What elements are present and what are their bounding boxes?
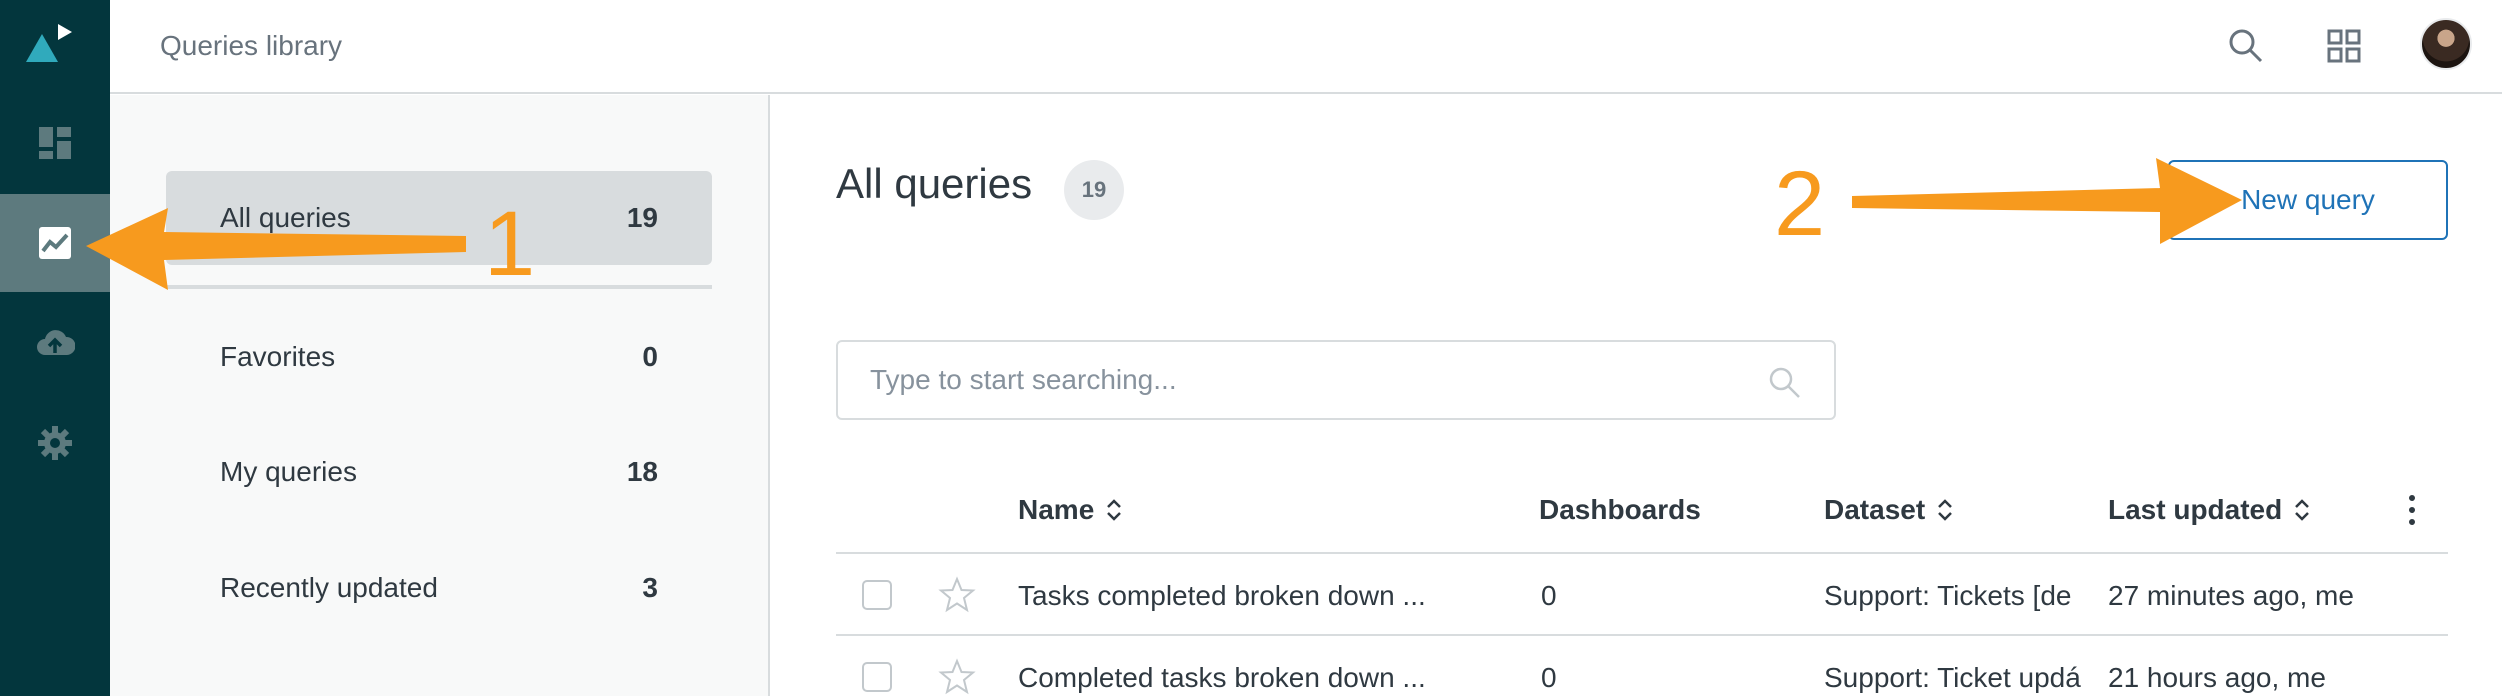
- dashboard-icon: [39, 127, 71, 159]
- header-search-button[interactable]: [2222, 22, 2270, 70]
- column-last-updated[interactable]: Last updated: [2108, 494, 2312, 526]
- filter-label: My queries: [220, 456, 357, 487]
- column-dashboards: Dashboards: [1539, 494, 1701, 526]
- column-label: Last updated: [2108, 494, 2283, 525]
- main-heading: All queries: [836, 160, 1033, 207]
- filter-label: Recently updated: [220, 572, 438, 603]
- filter-my-queries[interactable]: My queries 18: [166, 425, 712, 519]
- header: Queries library: [110, 0, 2502, 94]
- column-label: Dataset: [1824, 494, 1926, 525]
- nav-dashboards[interactable]: [0, 94, 110, 192]
- filter-count: 19: [626, 202, 658, 233]
- page-title: Queries library: [160, 30, 343, 61]
- query-filters-sidebar: All queries 19 Favorites 0 My queries 18…: [110, 95, 770, 696]
- query-name[interactable]: Tasks completed broken down ...: [1018, 580, 1518, 612]
- search-box: [836, 340, 1836, 420]
- cloud-upload-icon: [37, 330, 75, 355]
- sort-icon: [1107, 499, 1122, 521]
- dataset-name: Support: Ticket updá: [1824, 662, 2081, 693]
- grid-icon: [2327, 29, 2361, 63]
- product-logo[interactable]: [22, 18, 78, 68]
- query-count-badge: 19: [1064, 160, 1124, 220]
- gear-icon: [38, 426, 72, 460]
- row-checkbox[interactable]: [862, 662, 892, 692]
- column-label: Dashboards: [1539, 494, 1701, 525]
- nav-data-import[interactable]: [0, 294, 110, 392]
- column-label: Name: [1018, 494, 1095, 525]
- star-icon[interactable]: [938, 658, 976, 696]
- dataset-name: Support: Tickets [de: [1824, 580, 2072, 611]
- header-apps-button[interactable]: [2320, 22, 2368, 70]
- nav-settings[interactable]: [0, 394, 110, 492]
- filter-label: All queries: [220, 202, 351, 233]
- filter-favorites[interactable]: Favorites 0: [166, 310, 712, 404]
- table-row[interactable]: Completed tasks broken down ... 0 Suppor…: [836, 638, 2448, 696]
- dashboards-count: 0: [1541, 580, 1557, 611]
- filter-recently-updated[interactable]: Recently updated 3: [166, 541, 712, 635]
- query-name[interactable]: Completed tasks broken down ...: [1018, 662, 1518, 694]
- search-input[interactable]: [870, 360, 1770, 400]
- search-icon: [2229, 29, 2263, 63]
- divider: [166, 285, 712, 289]
- filter-label: Favorites: [220, 341, 336, 372]
- user-avatar[interactable]: [2420, 18, 2472, 70]
- chart-icon: [39, 227, 71, 259]
- dashboards-count: 0: [1541, 662, 1557, 693]
- sort-icon: [1938, 499, 1953, 521]
- table-row[interactable]: Tasks completed broken down ... 0 Suppor…: [836, 556, 2448, 636]
- annotation-step-1: 1: [484, 193, 536, 295]
- search-icon: [1769, 367, 1800, 398]
- last-updated: 21 hours ago, me: [2108, 662, 2326, 693]
- filter-count: 0: [642, 341, 658, 372]
- last-updated: 27 minutes ago, me: [2108, 580, 2354, 611]
- column-name[interactable]: Name: [1018, 494, 1124, 526]
- annotation-step-2: 2: [1774, 153, 1826, 255]
- sort-icon: [2295, 499, 2310, 521]
- new-query-button[interactable]: New query: [2168, 160, 2448, 240]
- filter-all-queries[interactable]: All queries 19: [166, 171, 712, 265]
- nav-rail: [0, 0, 110, 696]
- more-options-icon[interactable]: [2406, 490, 2418, 530]
- row-checkbox[interactable]: [862, 580, 892, 610]
- table-header: Name Dashboards Dataset Last updated: [836, 474, 2448, 554]
- column-dataset[interactable]: Dataset: [1824, 494, 1955, 526]
- filter-count: 3: [642, 572, 658, 603]
- star-icon[interactable]: [938, 576, 976, 614]
- nav-queries[interactable]: [0, 194, 110, 292]
- filter-count: 18: [626, 456, 658, 487]
